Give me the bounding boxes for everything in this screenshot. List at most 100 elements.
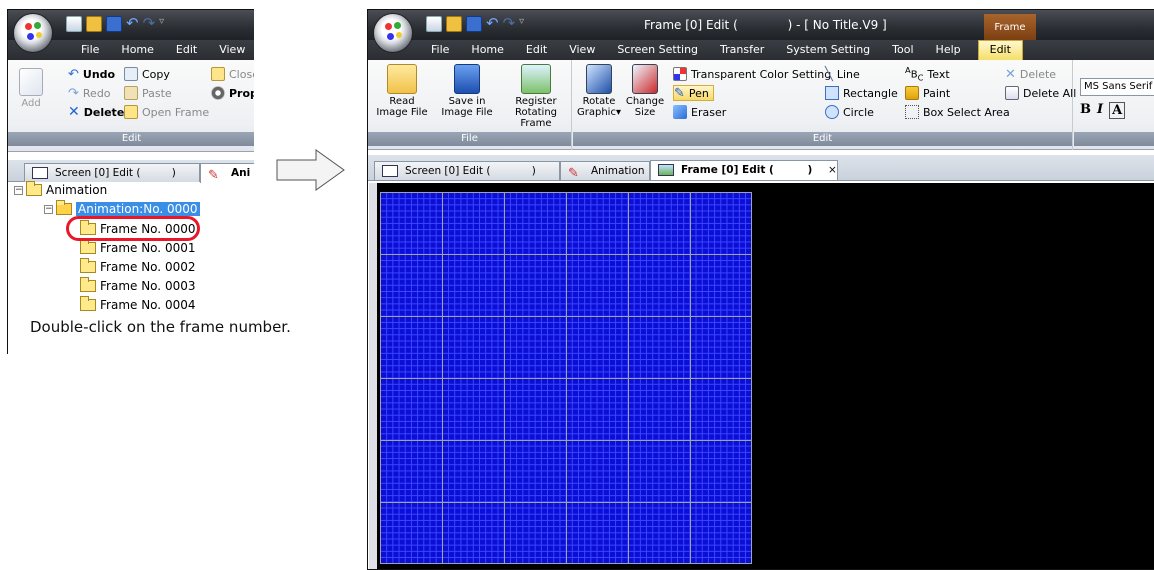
delete-all-button[interactable]: Delete All: [1005, 85, 1076, 101]
undo-label: Undo: [82, 67, 116, 81]
delete-button[interactable]: ✕ Delete: [68, 104, 124, 120]
menu-edit[interactable]: Edit: [515, 40, 558, 60]
tree-node-frame-0003[interactable]: Frame No. 0003: [80, 277, 195, 295]
add-label: Add: [21, 98, 41, 109]
ribbon: Read Image File Save in Image File Regis…: [368, 60, 1154, 150]
screen-icon: [382, 165, 398, 177]
tree-root-label: Animation: [46, 183, 108, 197]
menu-file[interactable]: File: [420, 40, 460, 60]
font-name-select[interactable]: MS Sans Serif: [1080, 78, 1154, 96]
delete-label: Delete: [1019, 67, 1057, 81]
delete-label: Delete: [83, 105, 125, 119]
menu-screen-setting[interactable]: Screen Setting: [606, 40, 709, 60]
application-orb-button[interactable]: [13, 13, 53, 53]
close-button[interactable]: Close: [211, 66, 254, 82]
pen-label: Pen: [688, 86, 709, 100]
tree-node-frame-0004[interactable]: Frame No. 0004: [80, 296, 195, 314]
menu-system-setting[interactable]: System Setting: [775, 40, 881, 60]
menu-help[interactable]: Help: [925, 40, 972, 60]
menu-view[interactable]: View: [208, 40, 254, 60]
text-button[interactable]: ABC Text: [905, 65, 950, 82]
box-select-area-button[interactable]: Box Select Area: [905, 104, 1010, 120]
save-icon[interactable]: [466, 16, 482, 32]
new-file-icon[interactable]: [66, 16, 82, 32]
paste-button[interactable]: Paste: [124, 85, 172, 101]
redo-icon: ↷: [68, 85, 79, 101]
tree-node-frame-0001[interactable]: Frame No. 0001: [80, 239, 195, 257]
line-button[interactable]: ╲ Line: [825, 66, 860, 82]
tab-screen-edit[interactable]: Screen [0] Edit ( ): [374, 161, 560, 180]
tab-screen-edit-label: Screen [0] Edit (: [55, 167, 141, 179]
italic-button[interactable]: I: [1097, 102, 1103, 119]
copy-button[interactable]: Copy: [124, 66, 170, 82]
copy-icon: [124, 67, 138, 81]
bold-button[interactable]: B: [1080, 102, 1091, 119]
open-frame-button[interactable]: Open Frame: [124, 104, 209, 120]
redo-button[interactable]: ↷ Redo: [68, 85, 111, 101]
collapse-icon[interactable]: −: [14, 185, 23, 195]
open-folder-icon[interactable]: [446, 16, 462, 32]
rotate-label-1: Rotate: [582, 96, 616, 107]
save-icon[interactable]: [106, 16, 122, 32]
change-size-button[interactable]: Change Size: [623, 64, 667, 118]
menu-frame-edit-active[interactable]: Edit: [977, 40, 1023, 60]
ribbon-group-label: Edit: [573, 132, 1072, 146]
tree-node-root[interactable]: − Animation: [14, 181, 107, 199]
menu-home[interactable]: Home: [110, 40, 164, 60]
outline-button[interactable]: A: [1109, 102, 1126, 119]
redo-icon[interactable]: ↷: [503, 16, 516, 32]
eraser-button[interactable]: Eraser: [673, 104, 726, 120]
folder-icon: [26, 181, 42, 196]
frame-edit-canvas-area[interactable]: [369, 183, 1154, 569]
gear-icon: [211, 86, 225, 100]
menu-view[interactable]: View: [558, 40, 606, 60]
menu-file[interactable]: File: [70, 40, 110, 60]
eraser-icon: [673, 105, 687, 119]
delete-button[interactable]: ✕ Delete: [1005, 66, 1056, 82]
properties-button[interactable]: Prop: [211, 85, 254, 101]
collapse-icon[interactable]: −: [44, 204, 53, 214]
rectangle-label: Rectangle: [843, 86, 898, 100]
redo-icon[interactable]: ↷: [143, 16, 156, 32]
save-image-file-button[interactable]: Save in Image File: [434, 64, 500, 118]
tab-animation[interactable]: ✎ Animation: [560, 161, 650, 180]
ribbon-group-file: Read Image File Save in Image File Regis…: [368, 60, 572, 150]
customize-qat-icon[interactable]: ▿: [519, 16, 524, 32]
add-button[interactable]: Add: [14, 68, 48, 109]
register-rotating-frame-button[interactable]: Register Rotating Frame: [500, 64, 572, 129]
undo-button[interactable]: ↶ Undo: [68, 66, 115, 82]
menu-home[interactable]: Home: [460, 40, 514, 60]
tab-screen-edit[interactable]: Screen [0] Edit ( ): [24, 163, 200, 182]
tab-animation[interactable]: ✎ Ani: [200, 163, 254, 183]
animation-wand-icon: ✎: [568, 166, 579, 180]
frame-folder-icon: [80, 258, 96, 273]
undo-icon[interactable]: ↶: [486, 16, 499, 32]
menu-transfer[interactable]: Transfer: [709, 40, 775, 60]
tree-node-frame-0002[interactable]: Frame No. 0002: [80, 258, 195, 276]
read-image-label-1: Read: [389, 96, 415, 107]
new-file-icon[interactable]: [426, 16, 442, 32]
read-image-file-button[interactable]: Read Image File: [372, 64, 432, 118]
menu-edit[interactable]: Edit: [165, 40, 208, 60]
pixel-edit-grid[interactable]: [380, 192, 752, 564]
paste-icon: [124, 86, 138, 100]
circle-button[interactable]: Circle: [825, 104, 874, 120]
rotate-graphic-button[interactable]: Rotate Graphic▾: [577, 64, 621, 118]
ribbon-group-label-empty: [1074, 132, 1154, 146]
window-title: Frame [0] Edit ( ) - [ No Title.V9 ]: [644, 18, 887, 32]
menu-tool[interactable]: Tool: [881, 40, 924, 60]
customize-qat-icon[interactable]: ▿: [159, 16, 164, 32]
pen-button[interactable]: ✎ Pen: [673, 85, 714, 101]
rectangle-button[interactable]: Rectangle: [825, 85, 898, 101]
paint-button[interactable]: Paint: [905, 85, 950, 101]
register-label-2: Rotating Frame: [514, 107, 558, 129]
register-label-1: Register: [515, 96, 557, 107]
open-folder-icon[interactable]: [86, 16, 102, 32]
transparent-color-setting-button[interactable]: Transparent Color Setting: [673, 66, 831, 82]
application-orb-button[interactable]: [373, 13, 413, 53]
undo-icon[interactable]: ↶: [126, 16, 139, 32]
tab-frame-edit[interactable]: Frame [0] Edit ( ) ×: [650, 160, 838, 180]
copy-label: Copy: [142, 67, 170, 81]
box-select-label: Box Select Area: [923, 105, 1010, 119]
close-tab-icon[interactable]: ×: [828, 164, 837, 176]
